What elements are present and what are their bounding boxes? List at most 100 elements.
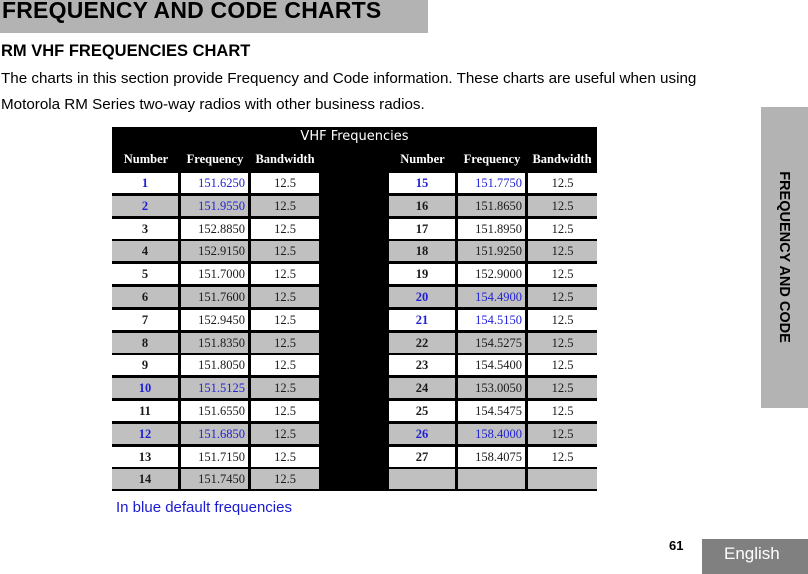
cell-frequency: 151.7450 <box>181 469 248 490</box>
header-bandwidth-left: Bandwidth <box>255 152 315 166</box>
legend-note: In blue default frequencies <box>116 499 292 516</box>
cell-frequency: 151.5125 <box>181 378 248 399</box>
cell-number: 11 <box>112 401 178 421</box>
cell-number: 6 <box>112 287 178 307</box>
chapter-title: FREQUENCY AND CODE CHARTS <box>2 0 382 23</box>
intro-paragraph: The charts in this section provide Frequ… <box>1 70 697 113</box>
cell-number: 25 <box>389 401 455 421</box>
cell-frequency: 152.9450 <box>181 309 248 330</box>
cell-frequency: 151.6250 <box>181 173 248 193</box>
cell-bandwidth: 12.5 <box>251 218 319 239</box>
cell-bandwidth: 12.5 <box>528 401 597 421</box>
cell-frequency: 151.9550 <box>181 195 248 216</box>
cell-frequency: 151.7750 <box>458 173 525 193</box>
cell-number: 5 <box>112 264 178 285</box>
cell-bandwidth: 12.5 <box>251 469 319 490</box>
header-bandwidth-right: Bandwidth <box>532 152 592 166</box>
cell-frequency: 151.9250 <box>458 241 525 262</box>
cell-bandwidth: 12.5 <box>251 241 319 262</box>
cell-frequency: 151.7000 <box>181 264 248 285</box>
cell-number: 21 <box>389 309 455 330</box>
cell-number: 22 <box>389 332 455 353</box>
cell-frequency: 154.5150 <box>458 309 525 330</box>
cell-number <box>389 469 455 490</box>
vhf-frequencies-table: VHF Frequencies Number Frequency Bandwid… <box>112 127 597 491</box>
cell-frequency: 151.8950 <box>458 218 525 239</box>
cell-frequency: 151.7150 <box>181 446 248 467</box>
cell-number: 23 <box>389 355 455 376</box>
cell-bandwidth: 12.5 <box>251 446 319 467</box>
cell-number: 14 <box>112 469 178 490</box>
cell-bandwidth: 12.5 <box>528 264 597 285</box>
cell-number: 20 <box>389 287 455 307</box>
cell-number: 4 <box>112 241 178 262</box>
language-tab: English <box>702 539 808 574</box>
cell-frequency: 154.5400 <box>458 355 525 376</box>
cell-frequency: 152.9000 <box>458 264 525 285</box>
cell-frequency: 158.4075 <box>458 446 525 467</box>
cell-bandwidth: 12.5 <box>528 287 597 307</box>
cell-bandwidth: 12.5 <box>528 378 597 399</box>
cell-bandwidth: 12.5 <box>251 264 319 285</box>
cell-frequency: 158.4000 <box>458 423 525 444</box>
header-frequency-right: Frequency <box>463 152 521 166</box>
cell-bandwidth: 12.5 <box>251 355 319 376</box>
header-number-left: Number <box>123 152 169 166</box>
cell-bandwidth: 12.5 <box>251 173 319 193</box>
cell-frequency: 151.7600 <box>181 287 248 307</box>
cell-number: 10 <box>112 378 178 399</box>
cell-number: 7 <box>112 309 178 330</box>
cell-frequency: 154.4900 <box>458 287 525 307</box>
cell-bandwidth: 12.5 <box>251 332 319 353</box>
cell-number: 2 <box>112 195 178 216</box>
cell-number: 15 <box>389 173 455 193</box>
cell-number: 12 <box>112 423 178 444</box>
cell-bandwidth: 12.5 <box>528 423 597 444</box>
cell-frequency: 152.9150 <box>181 241 248 262</box>
cell-number: 8 <box>112 332 178 353</box>
cell-bandwidth: 12.5 <box>528 309 597 330</box>
cell-bandwidth: 12.5 <box>528 173 597 193</box>
side-tab: FREQUENCY AND CODE <box>761 107 808 408</box>
cell-bandwidth: 12.5 <box>251 423 319 444</box>
page-number: 61 <box>669 538 684 553</box>
cell-number: 13 <box>112 446 178 467</box>
header-frequency-left: Frequency <box>186 152 244 166</box>
chapter-banner: FREQUENCY AND CODE CHARTS <box>0 0 428 33</box>
cell-bandwidth: 12.5 <box>251 195 319 216</box>
cell-bandwidth: 12.5 <box>528 195 597 216</box>
table-title: VHF Frequencies <box>300 129 409 144</box>
cell-frequency: 154.5475 <box>458 401 525 421</box>
cell-number: 19 <box>389 264 455 285</box>
cell-number: 27 <box>389 446 455 467</box>
cell-frequency: 152.8850 <box>181 218 248 239</box>
cell-number: 17 <box>389 218 455 239</box>
cell-bandwidth: 12.5 <box>251 378 319 399</box>
language-label: English <box>724 544 780 563</box>
cell-bandwidth: 12.5 <box>528 241 597 262</box>
cell-frequency: 151.6850 <box>181 423 248 444</box>
cell-number: 1 <box>112 173 178 193</box>
cell-number: 24 <box>389 378 455 399</box>
cell-frequency: 151.8650 <box>458 195 525 216</box>
cell-bandwidth: 12.5 <box>251 287 319 307</box>
cell-number: 9 <box>112 355 178 376</box>
cell-frequency: 151.8050 <box>181 355 248 376</box>
cell-number: 18 <box>389 241 455 262</box>
section-title: RM VHF FREQUENCIES CHART <box>1 42 251 60</box>
cell-bandwidth: 12.5 <box>528 332 597 353</box>
cell-frequency: 151.6550 <box>181 401 248 421</box>
cell-frequency <box>458 469 525 490</box>
cell-number: 26 <box>389 423 455 444</box>
cell-bandwidth: 12.5 <box>528 218 597 239</box>
cell-bandwidth: 12.5 <box>528 446 597 467</box>
cell-number: 3 <box>112 218 178 239</box>
cell-number: 16 <box>389 195 455 216</box>
header-number-right: Number <box>400 152 445 166</box>
cell-bandwidth: 12.5 <box>251 309 319 330</box>
cell-frequency: 151.8350 <box>181 332 248 353</box>
cell-frequency: 154.5275 <box>458 332 525 353</box>
side-tab-label: FREQUENCY AND CODE <box>776 171 792 343</box>
cell-bandwidth: 12.5 <box>528 355 597 376</box>
cell-bandwidth <box>528 469 597 490</box>
